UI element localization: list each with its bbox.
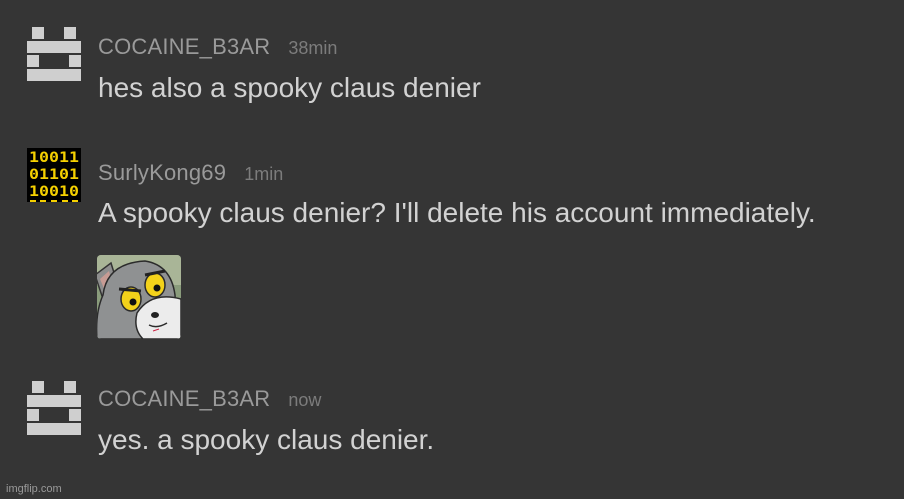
unsettled-tom-meme-image[interactable] (97, 255, 181, 339)
username-link[interactable]: SurlyKong69 (98, 160, 226, 185)
username-link[interactable]: COCAINE_B3AR (98, 34, 270, 59)
binary-row: 01101 (29, 167, 79, 183)
imgflip-watermark: imgflip.com (6, 483, 62, 495)
timestamp: 1min (244, 164, 284, 184)
comment-text: yes. a spooky claus denier. (98, 424, 435, 455)
timestamp: 38min (288, 38, 338, 58)
comment-text: hes also a spooky claus denier (98, 72, 481, 103)
username-link[interactable]: COCAINE_B3AR (98, 386, 270, 411)
binary-digits-avatar-icon[interactable]: 10011 01101 10010 (27, 148, 81, 202)
comment-meta: COCAINE_B3AR now (98, 386, 321, 412)
comment-text: A spooky claus denier? I'll delete his a… (98, 197, 816, 228)
pixel-block-avatar-icon[interactable] (27, 27, 81, 81)
comment-meta: SurlyKong69 1min (98, 160, 283, 186)
comment-meta: COCAINE_B3AR 38min (98, 34, 337, 60)
binary-row: 10011 (29, 150, 79, 166)
timestamp: now (288, 390, 322, 410)
binary-row: 10010 (29, 184, 79, 200)
pixel-block-avatar-icon[interactable] (27, 381, 81, 435)
